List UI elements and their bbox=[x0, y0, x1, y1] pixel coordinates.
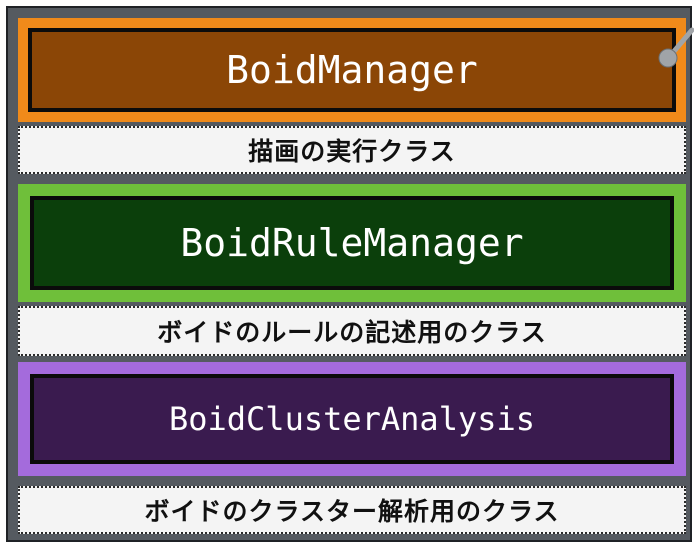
diagram-panel: BoidManager 描画の実行クラス BoidRuleManager ボイド… bbox=[6, 6, 694, 542]
connector-line-graphic bbox=[658, 27, 694, 68]
connector-anchor-dot bbox=[658, 48, 678, 68]
